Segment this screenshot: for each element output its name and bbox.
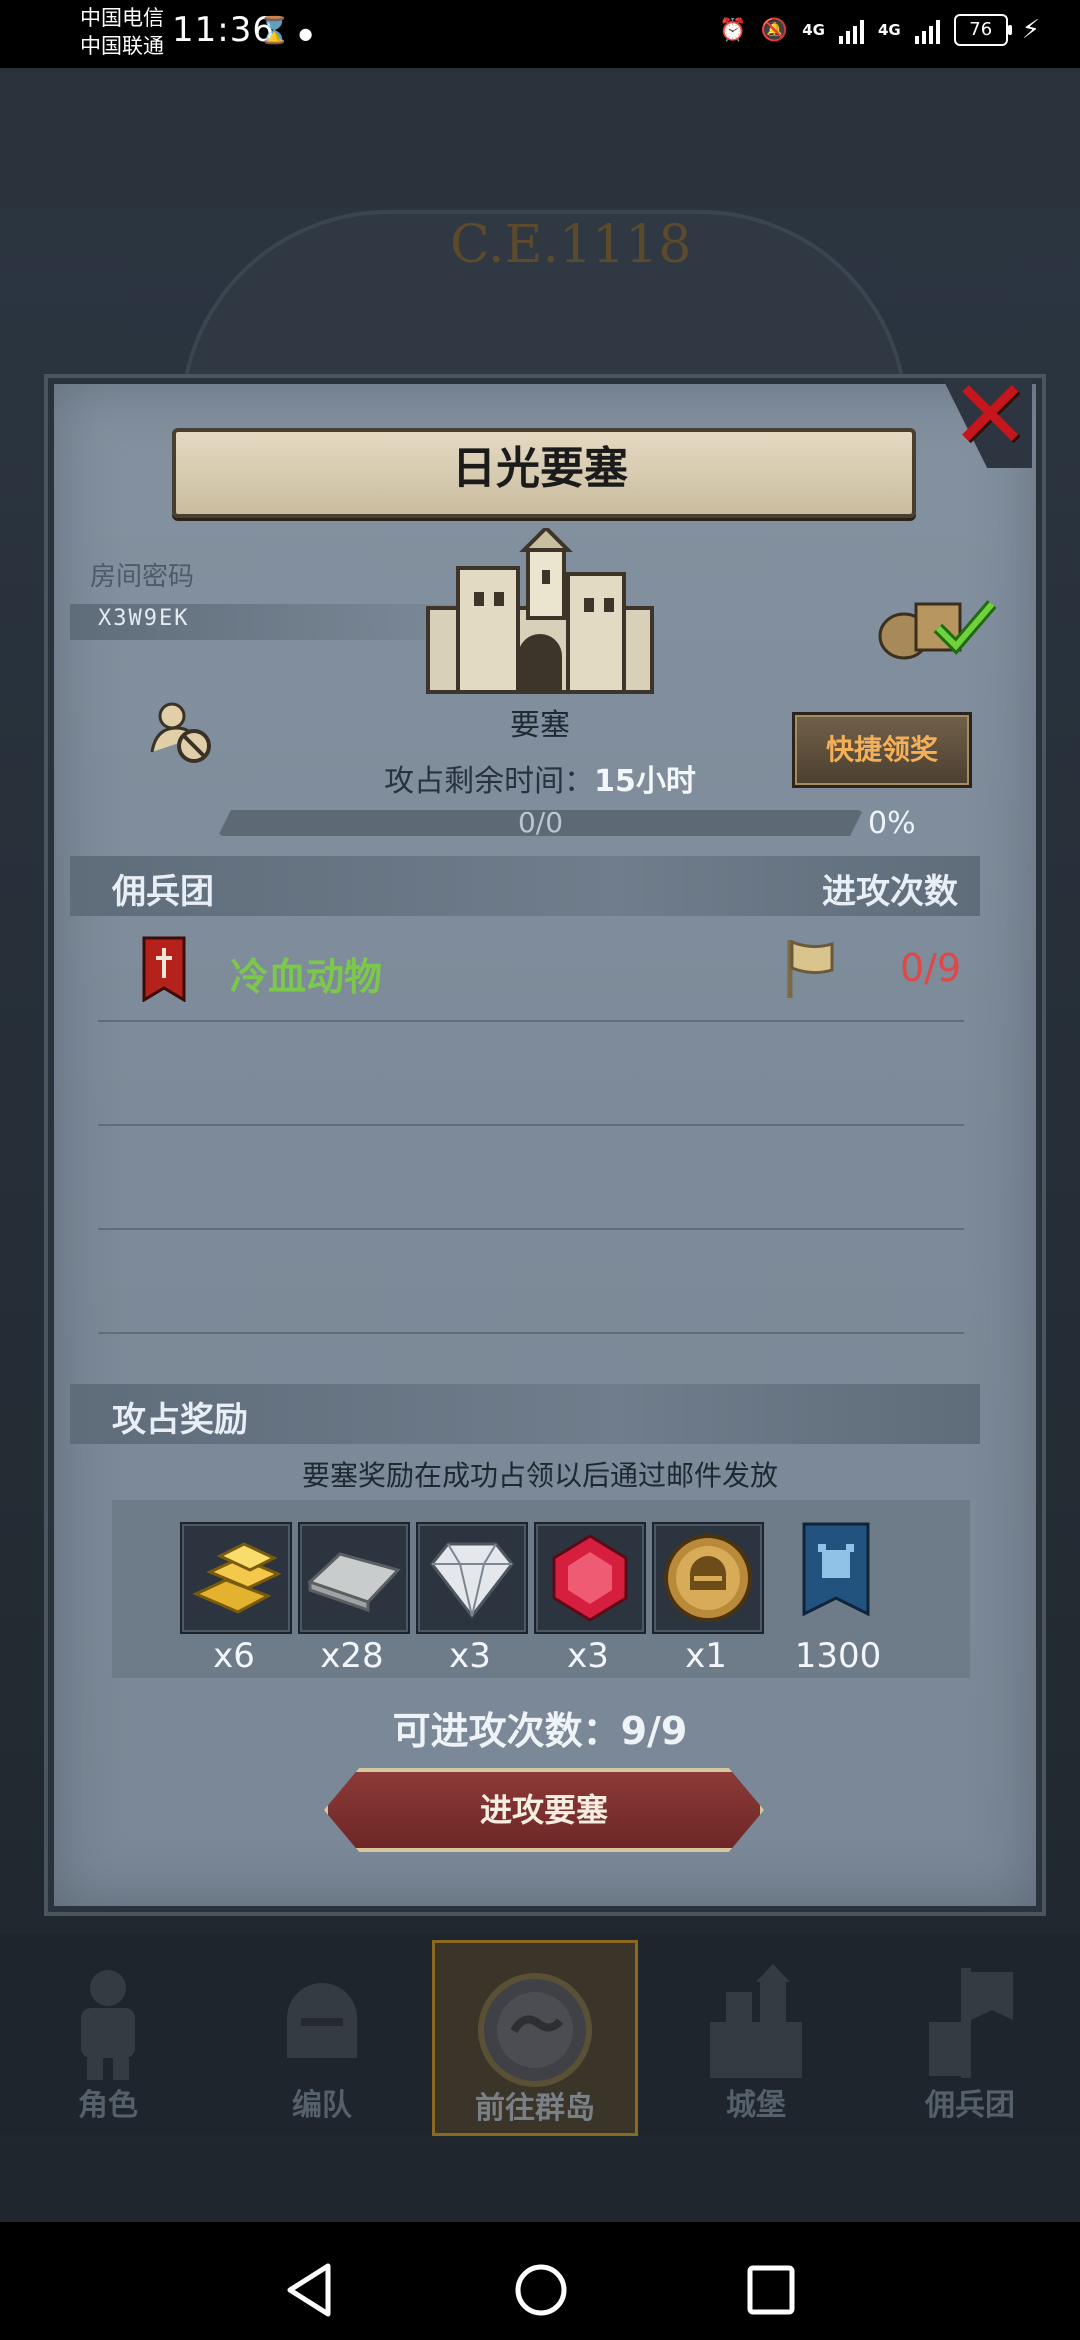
reward-item-silver[interactable] — [298, 1522, 410, 1634]
list-divider — [98, 1332, 964, 1334]
reward-note: 要塞奖励在成功占领以后通过邮件发放 — [301, 1459, 778, 1492]
fortress-banner-icon[interactable] — [800, 1522, 872, 1630]
reward-item-gold[interactable] — [180, 1522, 292, 1634]
close-icon: ✕ — [950, 359, 1031, 471]
knight-medal-icon — [664, 1534, 752, 1622]
charging-icon: ⚡ — [1021, 15, 1040, 45]
countdown-label: 攻占剩余时间： — [384, 764, 595, 799]
mercenary-attack-count: 0/9 — [900, 946, 962, 990]
nav-label: 前往群岛 — [475, 2091, 595, 2126]
reward-item-medal[interactable] — [652, 1522, 764, 1634]
ruby-icon — [552, 1534, 628, 1622]
helmet-icon — [287, 1983, 357, 2058]
available-attempts: 可进攻次数：9/9 — [392, 1709, 688, 1753]
status-left-icons: ⌛ ● — [258, 16, 313, 46]
mercenary-name[interactable]: 冷血动物 — [230, 946, 382, 1001]
nav-label: 编队 — [292, 2088, 352, 2123]
no-occupant-icon[interactable] — [146, 700, 216, 770]
close-button[interactable]: ✕ — [950, 367, 1030, 463]
carrier-1: 中国电信 — [80, 6, 164, 30]
top-band — [0, 68, 1080, 208]
list-divider — [98, 1124, 964, 1126]
reward-count: x3 — [567, 1636, 609, 1676]
claimed-rewards-icon[interactable] — [876, 590, 998, 660]
diamond-icon — [430, 1542, 514, 1619]
reward-count: x3 — [449, 1636, 491, 1676]
back-icon[interactable] — [284, 2262, 334, 2318]
status-bar: 中国电信 中国联通 11:36 ⌛ ● ⏰ 🔕 4G 4G 76 ⚡ — [0, 0, 1080, 68]
home-icon[interactable] — [514, 2262, 568, 2318]
app-notification-icon: ● — [298, 24, 313, 43]
network-type-2: 4G — [877, 21, 901, 39]
capture-countdown: 攻占剩余时间：15小时 — [330, 756, 750, 800]
carrier-info: 中国电信 中国联通 — [80, 4, 164, 60]
era-text: C.E.1118 — [450, 215, 692, 275]
mercenary-banner-icon — [142, 936, 186, 1002]
attack-count-header: 进攻次数 — [822, 872, 958, 912]
dialog-title: 日光要塞 — [452, 443, 628, 494]
quick-claim-button[interactable]: 快捷领奖 — [792, 712, 972, 788]
nav-mercenary[interactable]: 佣兵团 — [870, 1940, 1070, 2130]
hourglass-icon: ⌛ — [258, 16, 291, 46]
list-divider — [98, 1228, 964, 1230]
progress-percent: 0% — [868, 806, 916, 841]
reward-header: 攻占奖励 — [112, 1400, 248, 1440]
reward-item-ruby[interactable] — [534, 1522, 646, 1634]
recent-apps-icon[interactable] — [746, 2262, 796, 2318]
knight-armor-icon — [81, 1970, 135, 2080]
battery-indicator: 76 — [953, 14, 1012, 46]
nav-character[interactable]: 角色 — [8, 1940, 208, 2130]
gold-bar-icon — [192, 1542, 282, 1614]
countdown-value: 15小时 — [594, 764, 696, 799]
castle-icon — [710, 1964, 802, 2078]
progress-count: 0/0 — [517, 806, 564, 839]
attack-fortress-button[interactable]: 进攻要塞 — [324, 1768, 764, 1852]
compass-map-icon — [478, 1973, 592, 2087]
nav-go-islands[interactable]: 前往群岛 — [432, 1940, 638, 2136]
reward-count: 1300 — [794, 1636, 882, 1676]
mercenary-icon — [929, 1968, 1013, 2078]
alarm-icon: ⏰ — [719, 17, 747, 43]
status-right-icons: ⏰ 🔕 4G 4G 76 ⚡ — [719, 14, 1040, 46]
reward-item-diamond[interactable] — [416, 1522, 528, 1634]
reward-count: x1 — [685, 1636, 727, 1676]
building-label: 要塞 — [510, 708, 570, 743]
attack-flag-icon — [787, 939, 834, 998]
list-divider — [98, 1020, 964, 1022]
fortress-castle-icon — [426, 528, 654, 694]
signal-1-icon — [838, 16, 864, 44]
nav-formation[interactable]: 编队 — [222, 1940, 422, 2130]
room-code[interactable]: X3W9EK — [98, 606, 189, 631]
reward-count: x28 — [320, 1636, 384, 1676]
signal-2-icon — [914, 16, 940, 44]
nav-label: 城堡 — [726, 2088, 786, 2123]
reward-count: x6 — [213, 1636, 255, 1676]
nav-label: 角色 — [78, 2088, 138, 2123]
nav-castle[interactable]: 城堡 — [656, 1940, 856, 2130]
nav-label: 佣兵团 — [925, 2088, 1015, 2123]
room-code-label: 房间密码 — [90, 562, 195, 592]
network-type-1: 4G — [802, 21, 825, 39]
mercenary-header: 佣兵团 — [112, 872, 214, 912]
carrier-2: 中国联通 — [80, 34, 164, 58]
silver-bar-icon — [307, 1552, 401, 1613]
mute-bell-icon: 🔕 — [760, 17, 789, 43]
